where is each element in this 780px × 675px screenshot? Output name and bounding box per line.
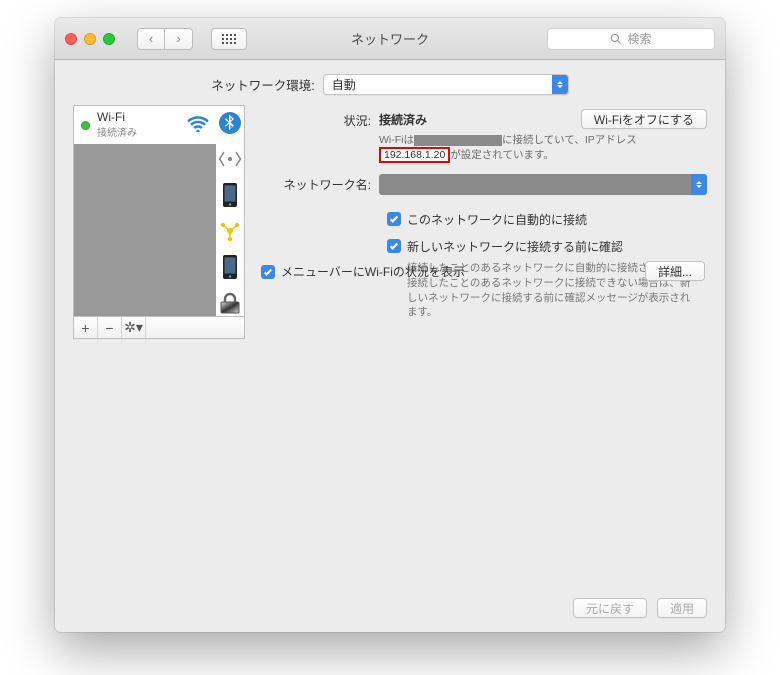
thunderbolt-bridge-icon bbox=[217, 146, 243, 172]
ask-join-checkbox[interactable] bbox=[387, 239, 401, 253]
search-placeholder: 検索 bbox=[627, 30, 651, 47]
chevron-updown-icon bbox=[691, 174, 707, 195]
location-label: ネットワーク環境: bbox=[211, 75, 314, 94]
auto-join-row: このネットワークに自動的に接続 bbox=[259, 211, 707, 228]
redacted-ssid bbox=[414, 135, 502, 146]
search-field[interactable]: 検索 bbox=[547, 28, 715, 50]
apply-button[interactable]: 適用 bbox=[657, 598, 707, 618]
auto-join-label: このネットワークに自動的に接続 bbox=[407, 211, 587, 228]
revert-button[interactable]: 元に戻す bbox=[573, 598, 647, 618]
network-name-label: ネットワーク名: bbox=[259, 176, 379, 193]
wifi-icon bbox=[187, 114, 209, 137]
redacted-services bbox=[74, 144, 216, 316]
services-sidebar: Wi-Fi 接続済み bbox=[73, 105, 245, 339]
info-mid: に接続していて、IPアドレス bbox=[502, 134, 637, 146]
vpn-lock-icon bbox=[217, 290, 243, 316]
show-in-menubar-label: メニューバーにWi-Fiの状況を表示 bbox=[281, 263, 465, 280]
services-list[interactable]: Wi-Fi 接続済み bbox=[73, 105, 245, 317]
status-dot-connected bbox=[81, 121, 90, 130]
add-service-button[interactable]: + bbox=[74, 317, 98, 338]
phone-icon bbox=[217, 254, 243, 280]
service-actions-button[interactable]: ✲▾ bbox=[122, 317, 146, 338]
location-popup[interactable]: 自動 bbox=[323, 74, 569, 95]
advanced-button[interactable]: 詳細... bbox=[645, 261, 705, 281]
network-name-popup[interactable] bbox=[379, 174, 707, 195]
service-item-wifi[interactable]: Wi-Fi 接続済み bbox=[74, 106, 216, 144]
bluetooth-icon bbox=[217, 110, 243, 136]
ask-join-row: 新しいネットワークに接続する前に確認 bbox=[259, 238, 707, 255]
zoom-window-button[interactable] bbox=[103, 33, 115, 45]
info-suffix: が設定されています。 bbox=[450, 149, 554, 161]
remove-service-button[interactable]: − bbox=[98, 317, 122, 338]
titlebar: ‹ › ネットワーク 検索 bbox=[55, 18, 725, 60]
service-icon-column bbox=[216, 106, 244, 316]
show-in-menubar-checkbox[interactable] bbox=[261, 265, 275, 279]
location-row: ネットワーク環境: 自動 bbox=[55, 60, 725, 105]
iphone-usb-icon bbox=[217, 182, 243, 208]
firewire-icon bbox=[217, 218, 243, 244]
service-status: 接続済み bbox=[97, 124, 137, 139]
minimize-window-button[interactable] bbox=[84, 33, 96, 45]
forward-button[interactable]: › bbox=[165, 28, 193, 50]
chevron-updown-icon bbox=[552, 75, 568, 94]
ask-join-label: 新しいネットワークに接続する前に確認 bbox=[407, 238, 623, 255]
status-label: 状況: bbox=[259, 109, 379, 129]
service-name: Wi-Fi bbox=[97, 111, 137, 124]
wifi-off-button[interactable]: Wi-Fiをオフにする bbox=[581, 109, 707, 129]
menubar-row: メニューバーにWi-Fiの状況を表示 詳細... bbox=[259, 261, 707, 281]
detail-pane: 状況: 接続済み Wi-Fiをオフにする Wi-Fiは に接続していて、IPアドレ… bbox=[259, 105, 707, 339]
nav-back-forward: ‹ › bbox=[137, 28, 193, 50]
preferences-window: ‹ › ネットワーク 検索 ネットワーク環境: 自動 bbox=[55, 18, 725, 632]
status-info: Wi-Fiは に接続していて、IPアドレス 192.168.1.20が設定されていま… bbox=[259, 133, 707, 162]
location-value: 自動 bbox=[332, 76, 356, 93]
show-all-button[interactable] bbox=[211, 28, 247, 50]
status-value: 接続済み bbox=[379, 111, 427, 128]
sidebar-buttons: + − ✲▾ bbox=[73, 317, 245, 339]
back-button[interactable]: ‹ bbox=[137, 28, 165, 50]
window-controls bbox=[65, 33, 115, 45]
footer: 元に戻す 適用 bbox=[55, 598, 707, 618]
auto-join-checkbox[interactable] bbox=[387, 212, 401, 226]
search-icon bbox=[610, 33, 622, 45]
close-window-button[interactable] bbox=[65, 33, 77, 45]
ip-address: 192.168.1.20 bbox=[379, 147, 450, 163]
info-prefix: Wi-Fiは bbox=[379, 134, 414, 146]
